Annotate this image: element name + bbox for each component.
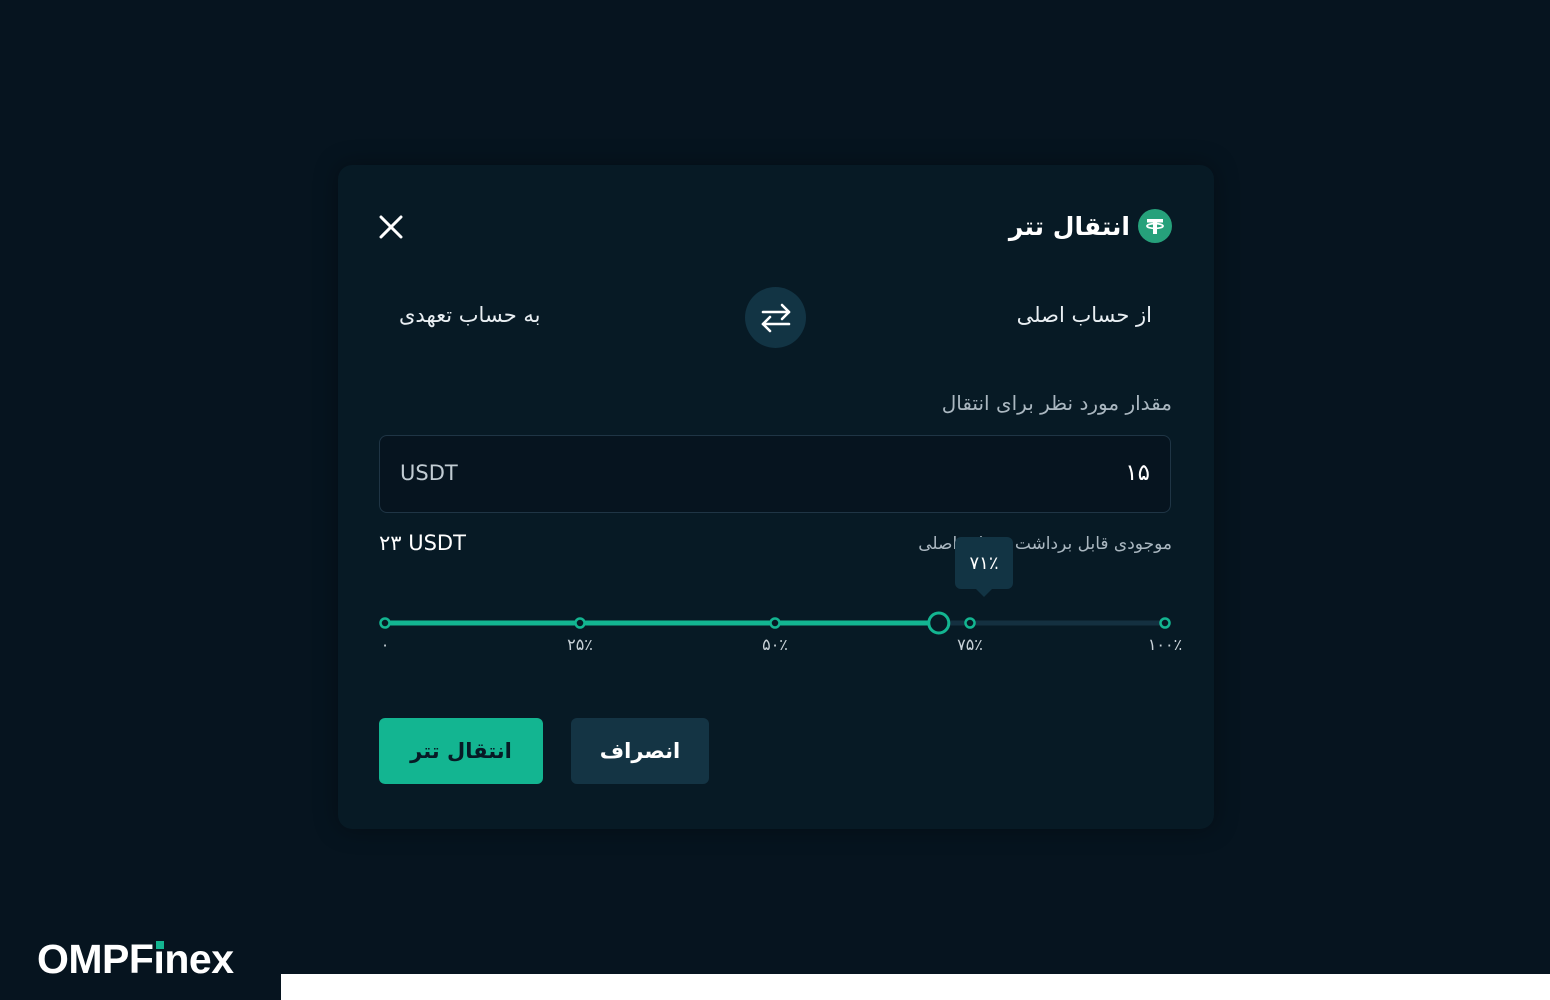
page: انتقال تتر از حساب اصلی به حساب تعهدی مق… (0, 0, 1550, 1000)
slider-tick-dot (964, 617, 976, 629)
amount-slider[interactable]: ۰ ۲۵٪ ۵۰٪ ۷۵٪ ۱۰۰٪ (338, 165, 1214, 665)
slider-tick-label: ۷۵٪ (957, 635, 983, 654)
slider-tooltip: ۷۱٪ (955, 537, 1013, 597)
slider-tick-label: ۲۵٪ (567, 635, 593, 654)
slider-tick-dot (769, 617, 781, 629)
cancel-button[interactable]: انصراف (571, 718, 709, 784)
bottom-strip (281, 974, 1550, 1000)
slider-tick-label: ۰ (381, 635, 390, 654)
slider-tick-label: ۵۰٪ (762, 635, 788, 654)
transfer-submit-button[interactable]: انتقال تتر (379, 718, 543, 784)
brand-logo: OMPFinex (37, 936, 234, 983)
brand-name-suffix: nex (164, 936, 234, 982)
slider-tick-dot (574, 617, 586, 629)
slider-tick-label: ۱۰۰٪ (1148, 635, 1182, 654)
brand-name-i: i (153, 936, 165, 982)
brand-name-prefix: OMPF (37, 936, 154, 982)
transfer-dialog: انتقال تتر از حساب اصلی به حساب تعهدی مق… (338, 165, 1214, 829)
slider-tick-dot (379, 617, 391, 629)
slider-handle[interactable] (927, 611, 951, 635)
slider-tick-dot (1159, 617, 1171, 629)
